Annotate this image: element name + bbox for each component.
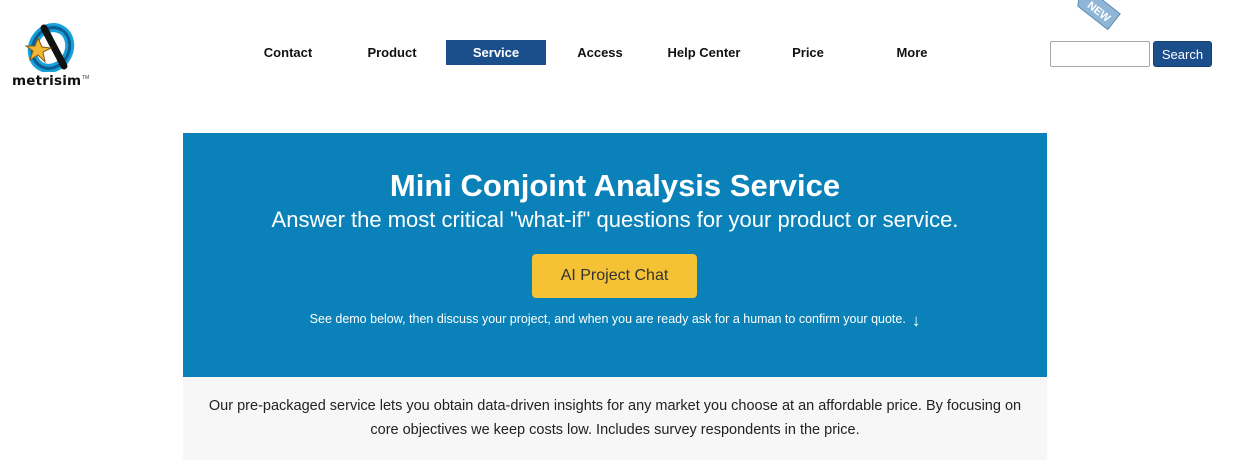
trademark-mark: TM xyxy=(82,75,90,81)
page: metrisim TM Contact Product Service Acce… xyxy=(0,0,1237,460)
brand-name: metrisim xyxy=(12,73,82,89)
arrow-down-icon[interactable]: ↓ xyxy=(912,311,921,331)
new-tag-icon[interactable]: NEW xyxy=(1074,0,1124,36)
main-nav: Contact Product Service Access Help Cent… xyxy=(238,40,966,65)
nav-item-help-center[interactable]: Help Center xyxy=(654,40,754,65)
search-button[interactable]: Search xyxy=(1153,41,1212,67)
hero-subtitle: Answer the most critical "what-if" quest… xyxy=(271,207,959,232)
hero-note-text: See demo below, then discuss your projec… xyxy=(309,312,906,326)
brand-logo[interactable]: metrisim TM xyxy=(12,20,90,90)
hero-banner: Mini Conjoint Analysis Service Answer th… xyxy=(183,133,1047,377)
intro-section: Our pre-packaged service lets you obtain… xyxy=(183,377,1047,460)
search-input[interactable] xyxy=(1050,41,1150,67)
intro-text: Our pre-packaged service lets you obtain… xyxy=(208,398,1022,438)
ai-project-chat-button[interactable]: AI Project Chat xyxy=(532,254,697,298)
nav-item-service[interactable]: Service xyxy=(446,40,546,65)
nav-item-contact[interactable]: Contact xyxy=(238,40,338,65)
hero-note: See demo below, then discuss your projec… xyxy=(183,311,1047,331)
nav-item-access[interactable]: Access xyxy=(550,40,650,65)
hero-title: Mini Conjoint Analysis Service xyxy=(389,168,841,203)
nav-item-product[interactable]: Product xyxy=(342,40,442,65)
nav-item-more[interactable]: More xyxy=(862,40,962,65)
logo-mark-icon xyxy=(24,23,75,72)
nav-item-price[interactable]: Price xyxy=(758,40,858,65)
